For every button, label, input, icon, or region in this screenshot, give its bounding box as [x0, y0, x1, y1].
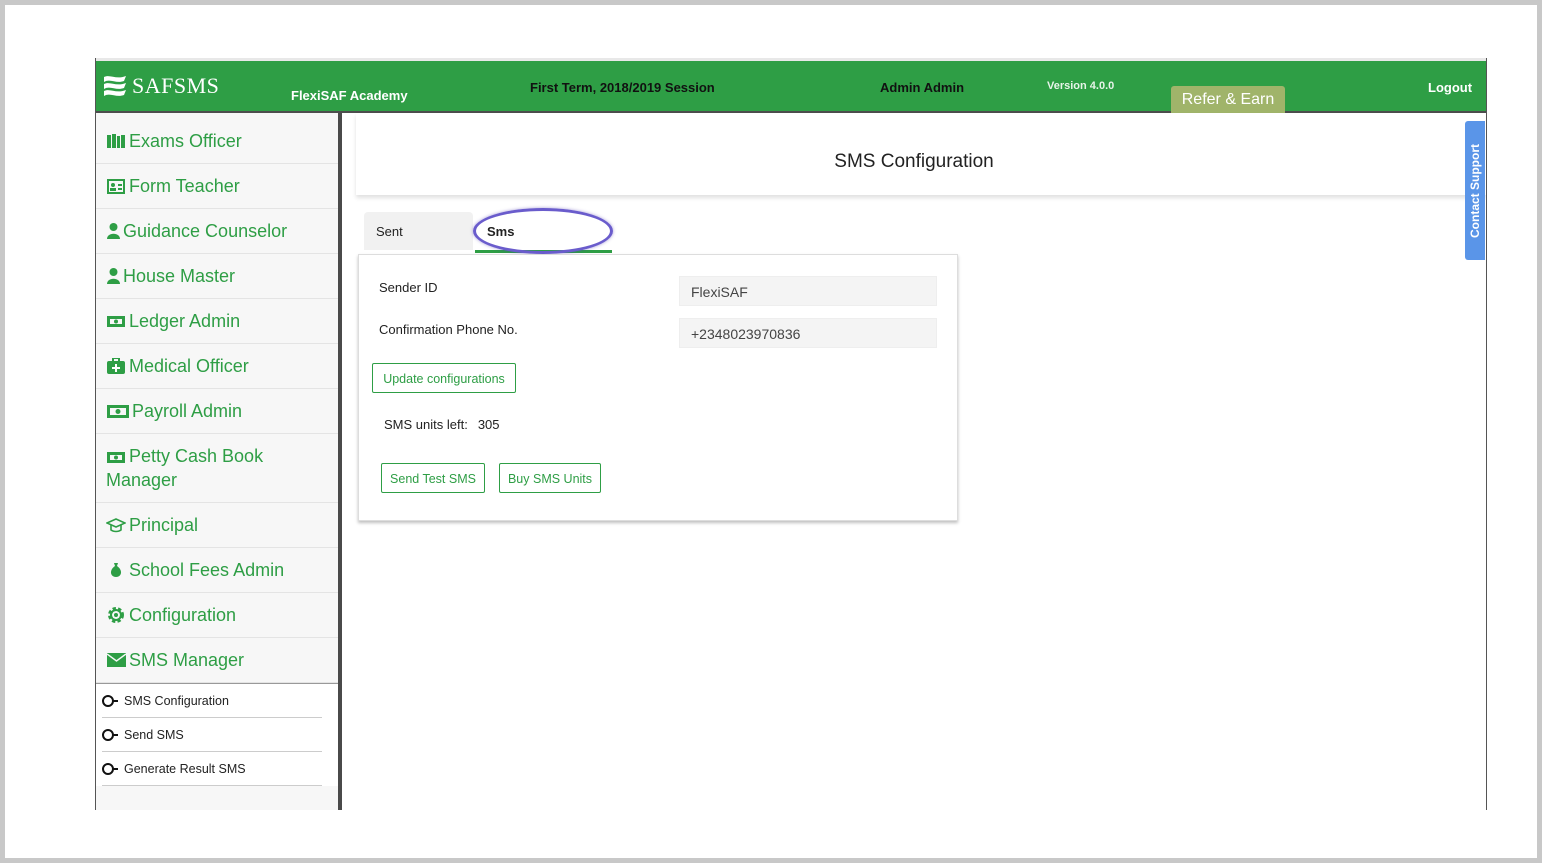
money-icon	[106, 448, 126, 466]
submenu-item-label: Send SMS	[124, 727, 184, 742]
money-icon	[106, 312, 126, 330]
sidebar-item-payroll-admin[interactable]: Payroll Admin	[96, 389, 338, 434]
sidebar-item-configuration[interactable]: Configuration	[96, 593, 338, 638]
logo-text: SAFSMS	[132, 73, 220, 98]
envelope-icon	[106, 651, 126, 669]
highlight-annotation	[473, 208, 613, 254]
sidebar: Exams Officer Form Teacher Guidance Coun…	[96, 113, 342, 810]
contact-support-tab[interactable]: Contact Support	[1465, 121, 1485, 260]
sidebar-item-label: Configuration	[129, 604, 237, 625]
sidebar-item-label: Guidance Counselor	[123, 220, 288, 241]
user-icon	[106, 267, 120, 285]
sms-config-panel: Sender ID FlexiSAF Confirmation Phone No…	[358, 254, 958, 521]
page-header: SMS Configuration	[356, 113, 1486, 195]
id-card-icon	[106, 177, 126, 195]
user-icon	[106, 222, 120, 240]
safsms-logo[interactable]: SAFSMS	[102, 73, 219, 99]
phone-field[interactable]: +2348023970836	[679, 318, 937, 348]
submenu-item-generate-result-sms[interactable]: Generate Result SMS	[102, 752, 322, 786]
sidebar-item-label-wrap: Petty Cash Book Manager	[106, 444, 338, 492]
sidebar-item-label: House Master	[123, 265, 236, 286]
tab-sms-configuration[interactable]: Sms Configuration	[473, 208, 613, 279]
sidebar-item-exams-officer[interactable]: Exams Officer	[96, 119, 338, 164]
sidebar-item-label: Payroll Admin	[132, 400, 243, 421]
app-window: SAFSMS FlexiSAF Academy First Term, 2018…	[95, 58, 1487, 810]
version-label: Version 4.0.0	[1047, 80, 1115, 92]
sidebar-item-label: Principal	[129, 514, 199, 535]
phone-label: Confirmation Phone No.	[379, 322, 518, 337]
submenu-item-sms-configuration[interactable]: SMS Configuration	[102, 684, 322, 718]
circle-arrow-icon	[102, 728, 118, 741]
refer-earn-button[interactable]: Refer & Earn	[1171, 86, 1285, 114]
circle-arrow-icon	[102, 762, 118, 775]
sms-units-row: SMS units left: 305	[384, 417, 500, 432]
update-configurations-button[interactable]: Update configurations	[372, 363, 516, 393]
submenu-item-send-sms[interactable]: Send SMS	[102, 718, 322, 752]
sidebar-item-petty-cash-book-manager[interactable]: Petty Cash Book Manager	[96, 434, 338, 503]
medkit-icon	[106, 357, 126, 375]
sidebar-item-medical-officer[interactable]: Medical Officer	[96, 344, 338, 389]
sidebar-item-label: Ledger Admin	[129, 310, 241, 331]
top-navbar: SAFSMS FlexiSAF Academy First Term, 2018…	[96, 61, 1486, 114]
sender-id-field[interactable]: FlexiSAF	[679, 276, 937, 306]
session-label: First Term, 2018/2019 Session	[530, 80, 715, 95]
sidebar-item-guidance-counselor[interactable]: Guidance Counselor	[96, 209, 338, 254]
page-title: SMS Configuration	[834, 151, 994, 172]
sidebar-item-label: Medical Officer	[129, 355, 249, 376]
sidebar-item-principal[interactable]: Principal	[96, 503, 338, 548]
sidebar-item-ledger-admin[interactable]: Ledger Admin	[96, 299, 338, 344]
submenu-item-label: Generate Result SMS	[124, 761, 246, 776]
buy-sms-units-button[interactable]: Buy SMS Units	[499, 463, 601, 493]
sidebar-item-school-fees-admin[interactable]: School Fees Admin	[96, 548, 338, 593]
sms-units-label: SMS units left:	[384, 417, 468, 432]
flag-logo-icon	[104, 76, 126, 96]
graduation-cap-icon	[106, 516, 126, 534]
money-bag-icon	[106, 561, 126, 579]
tab-sent-messages[interactable]: Sent Messages	[364, 212, 473, 279]
sms-manager-submenu: SMS Configuration Send SMS Generate Resu…	[96, 683, 338, 786]
user-name[interactable]: Admin Admin	[880, 80, 964, 95]
gear-icon	[106, 606, 126, 624]
submenu-item-label: SMS Configuration	[124, 693, 229, 708]
send-test-sms-button[interactable]: Send Test SMS	[381, 463, 485, 493]
sidebar-item-label: School Fees Admin	[129, 559, 285, 580]
sidebar-item-label: SMS Manager	[129, 649, 245, 670]
sms-units-value: 305	[477, 417, 500, 432]
books-icon	[106, 132, 126, 150]
contact-support-label: Contact Support	[1468, 143, 1482, 238]
school-name: FlexiSAF Academy	[291, 88, 408, 103]
money-icon	[106, 402, 129, 420]
sidebar-item-label: Petty Cash Book Manager	[106, 446, 264, 490]
sidebar-item-house-master[interactable]: House Master	[96, 254, 338, 299]
sidebar-item-label: Exams Officer	[129, 130, 242, 151]
sender-id-label: Sender ID	[379, 280, 438, 295]
sidebar-item-form-teacher[interactable]: Form Teacher	[96, 164, 338, 209]
sidebar-item-sms-manager[interactable]: SMS Manager	[96, 638, 338, 683]
circle-arrow-icon	[102, 694, 118, 707]
sidebar-item-label: Form Teacher	[129, 175, 240, 196]
main-content: SMS Configuration Sent Messages Sms Conf…	[342, 113, 1486, 810]
logout-link[interactable]: Logout	[1428, 80, 1472, 95]
